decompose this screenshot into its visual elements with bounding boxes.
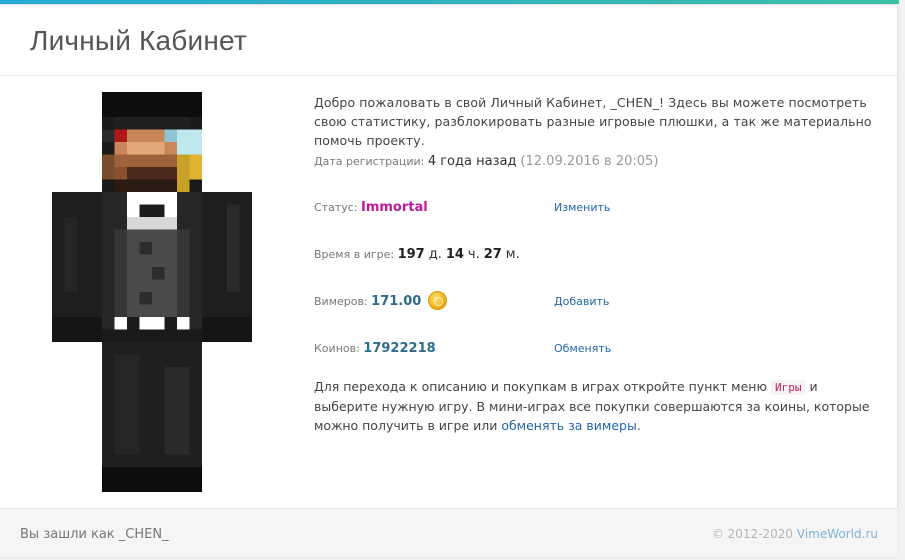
page-title: Личный Кабинет [30, 25, 247, 56]
playtime-hours: 14 [445, 247, 464, 262]
status-row: Статус: Immortal Изменить [314, 198, 611, 217]
exchange-coins-link[interactable]: Обменять [554, 339, 611, 358]
coins-value: 17922218 [363, 341, 436, 356]
panel-footer: Вы зашли как _CHEN_ © 2012-2020 VimeWorl… [0, 508, 898, 557]
copyright-years: © 2012-2020 [711, 527, 794, 541]
status-label: Статус [314, 201, 354, 214]
coins-label: Коинов [314, 342, 357, 355]
games-menu-tag: Игры [770, 380, 806, 395]
coins-row: Коинов: 17922218 Обменять [314, 339, 612, 358]
playtime-row: Время в игре: 197 д. 14 ч. 27 м. [314, 247, 520, 262]
minecraft-skin-avatar [52, 92, 252, 492]
page-edge [899, 0, 905, 560]
hours-unit: ч. [467, 247, 480, 262]
games-info-text: Для перехода к описанию и покупкам в игр… [314, 377, 874, 435]
info-text-part1: Для перехода к описанию и покупкам в игр… [314, 379, 767, 394]
exchange-for-vimers-link[interactable]: обменять за вимеры [501, 418, 637, 433]
days-unit: д. [428, 247, 442, 262]
playtime-label: Время в игре [314, 248, 391, 261]
vimers-value: 171.00 [371, 294, 422, 309]
site-link[interactable]: VimeWorld.ru [797, 527, 878, 541]
minutes-unit: м. [505, 247, 520, 262]
registration-row: Дата регистрации: 4 года назад (12.09.20… [314, 154, 659, 169]
change-status-link[interactable]: Изменить [554, 198, 610, 217]
vimers-label: Вимеров [314, 295, 364, 308]
panel-header: Личный Кабинет [0, 5, 898, 76]
status-value: Immortal [361, 200, 428, 215]
add-vimers-link[interactable]: Добавить [554, 292, 609, 311]
info-text-end: . [636, 418, 641, 433]
logged-in-as: Вы зашли как _CHEN_ [20, 527, 169, 542]
vimers-row: Вимеров: 171.00 Добавить [314, 291, 874, 313]
gold-coin-icon [428, 291, 448, 310]
playtime-minutes: 27 [483, 247, 502, 262]
copyright: © 2012-2020 VimeWorld.ru [712, 527, 878, 541]
welcome-text: Добро пожаловать в свой Личный Кабинет, … [314, 95, 872, 148]
registration-date: (12.09.2016 в 20:05) [520, 154, 659, 169]
registration-value: 4 года назад [427, 154, 517, 169]
cabinet-panel: Личный Кабинет Добро пожаловать в свой Л… [0, 4, 898, 557]
playtime-days: 197 [397, 247, 425, 262]
registration-label: Дата регистрации [314, 155, 421, 168]
